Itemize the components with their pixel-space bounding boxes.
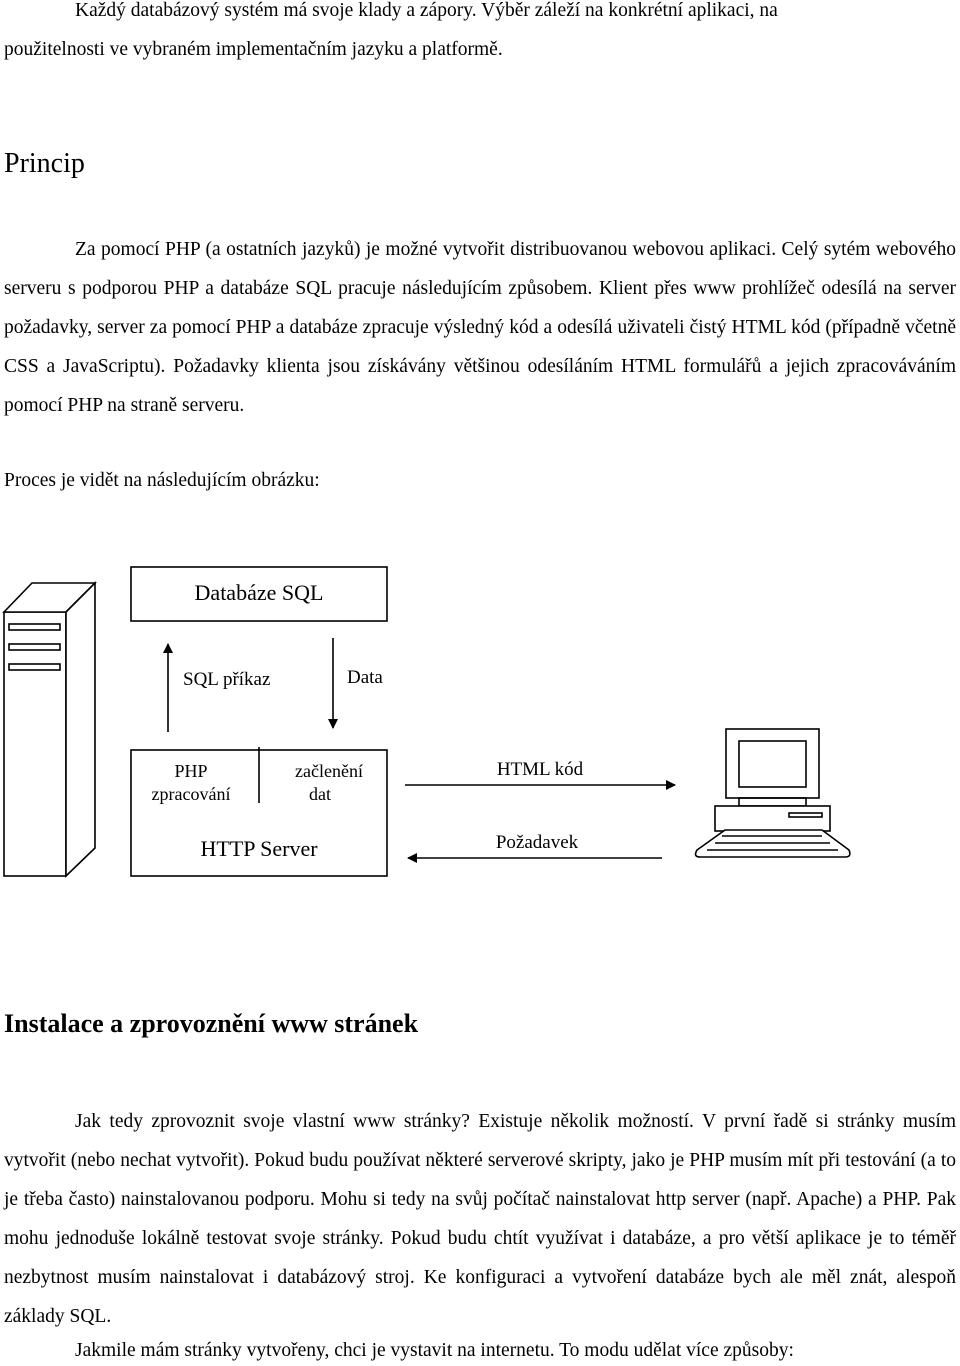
server-tower-icon	[2, 581, 97, 878]
integration-label-line1: začlenění	[295, 761, 363, 781]
diagram-svg: Databáze SQL SQL příkaz Data PHP zpracov…	[2, 566, 851, 878]
http-server-label: HTTP Server	[200, 836, 318, 861]
install-paragraph: Jak tedy zprovoznit svoje vlastní www st…	[4, 1102, 956, 1336]
database-label: Databáze SQL	[195, 580, 324, 605]
install-text: Jak tedy zprovoznit svoje vlastní www st…	[4, 1111, 956, 1327]
heading-princip: Princip	[4, 148, 85, 179]
princip-paragraph: Za pomocí PHP (a ostatních jazyků) je mo…	[4, 230, 956, 425]
sql-command-label: SQL příkaz	[183, 669, 270, 690]
desktop-computer-icon	[694, 728, 851, 858]
intro-line-2: použitelnosti ve vybraném implementačním…	[4, 39, 503, 60]
last-line: Jakmile mám stránky vytvořeny, chci je v…	[75, 1340, 794, 1361]
intro-line-1: Každý databázový systém má svoje klady a…	[75, 0, 778, 21]
data-label: Data	[347, 667, 383, 688]
html-code-label: HTML kód	[497, 759, 584, 780]
intro-paragraph: Každý databázový systém má svoje klady a…	[4, 0, 956, 69]
integration-label-line2: dat	[309, 784, 331, 804]
proces-text: Proces je vidět na následujícím obrázku:	[4, 470, 320, 491]
php-process-diagram: Databáze SQL SQL příkaz Data PHP zpracov…	[0, 560, 960, 900]
php-label-line2: zpracování	[152, 784, 231, 804]
php-label-line1: PHP	[174, 761, 207, 781]
princip-text: Za pomocí PHP (a ostatních jazyků) je mo…	[4, 239, 956, 416]
heading-installation: Instalace a zprovoznění www stránek	[4, 1009, 419, 1038]
request-label: Požadavek	[496, 832, 579, 853]
